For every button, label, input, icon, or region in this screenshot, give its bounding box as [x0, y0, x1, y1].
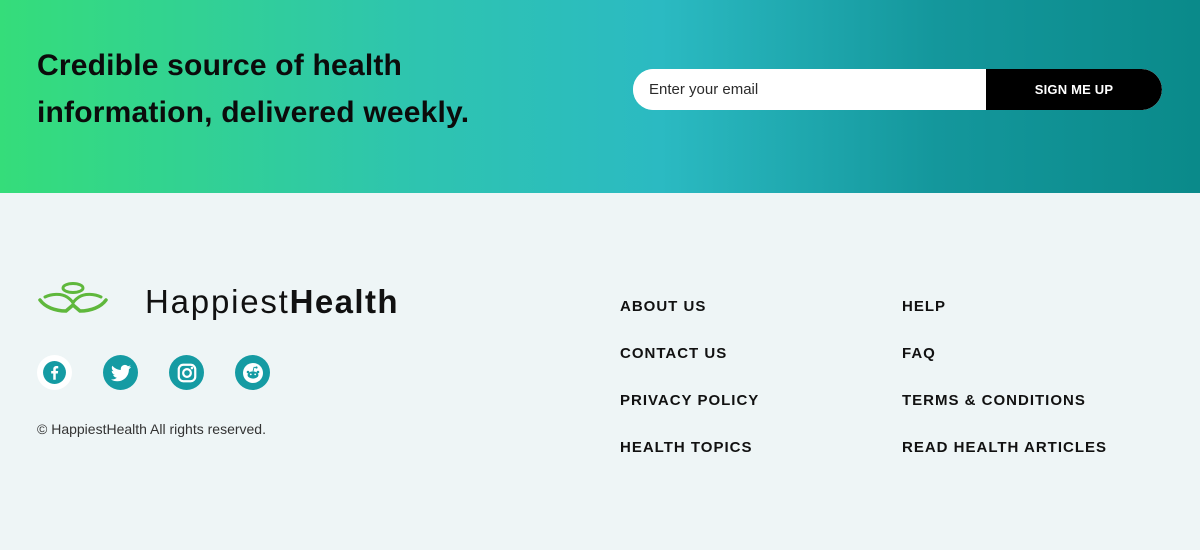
- footer-link-terms-conditions[interactable]: TERMS & CONDITIONS: [902, 392, 1086, 409]
- twitter-icon: [110, 364, 131, 381]
- newsletter-form: SIGN ME UP: [633, 69, 1162, 110]
- sign-me-up-button[interactable]: SIGN ME UP: [986, 69, 1162, 110]
- footer-link-help[interactable]: HELP: [902, 298, 946, 315]
- newsletter-title-line-2: information, delivered weekly.: [37, 96, 470, 129]
- instagram-link[interactable]: [169, 355, 204, 390]
- newsletter-banner: Credible source of health information, d…: [0, 0, 1200, 193]
- email-input[interactable]: [633, 69, 986, 110]
- social-links: [37, 355, 301, 390]
- footer-link-privacy-policy[interactable]: PRIVACY POLICY: [620, 392, 759, 409]
- brand-logo[interactable]: HappiestHealth: [37, 281, 399, 321]
- footer-link-read-health-articles[interactable]: READ HEALTH ARTICLES: [902, 439, 1107, 456]
- footer-link-health-topics[interactable]: HEALTH TOPICS: [620, 439, 752, 456]
- facebook-link[interactable]: [37, 355, 72, 390]
- happiest-health-logo-icon: [38, 282, 108, 313]
- brand-wordmark: HappiestHealth: [145, 285, 399, 318]
- footer-link-contact-us[interactable]: CONTACT US: [620, 345, 727, 362]
- site-footer: HappiestHealth © HappiestHealth All righ…: [0, 193, 1200, 550]
- reddit-link[interactable]: [235, 355, 270, 390]
- instagram-icon: [177, 363, 196, 382]
- reddit-icon: [242, 362, 263, 383]
- footer-link-faq[interactable]: FAQ: [902, 345, 936, 362]
- copyright-text: © HappiestHealth All rights reserved.: [37, 421, 266, 437]
- footer-link-about-us[interactable]: ABOUT US: [620, 298, 706, 315]
- facebook-icon: [43, 361, 66, 384]
- newsletter-title: Credible source of health information, d…: [37, 42, 557, 136]
- twitter-link[interactable]: [103, 355, 138, 390]
- newsletter-title-line-1: Credible source of health: [37, 49, 403, 82]
- brand-name-bold: Health: [289, 282, 399, 320]
- brand-name-light: Happiest: [145, 282, 290, 320]
